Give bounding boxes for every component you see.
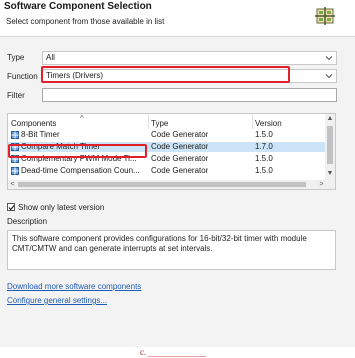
row-version: 1.5.0 [255, 154, 273, 163]
type-label: Type [7, 53, 25, 62]
component-icon [11, 167, 19, 175]
filter-label: Filter [7, 91, 25, 100]
dialog-header: Software Component Selection Select comp… [0, 0, 355, 36]
scroll-down-icon[interactable]: ▼ [325, 169, 335, 179]
row-component-name: Dead-time Compensation Coun... [21, 166, 140, 175]
dialog-title: Software Component Selection [4, 1, 152, 12]
show-latest-label[interactable]: Show only latest version [18, 203, 104, 212]
function-label: Function [7, 72, 38, 81]
column-header-type[interactable]: Type [151, 114, 168, 129]
table-vertical-scrollbar[interactable]: ▲ ▼ [325, 114, 335, 189]
row-type: Code Generator [151, 130, 209, 139]
configure-settings-link[interactable]: Configure general settings... [7, 296, 107, 305]
component-icon [11, 131, 19, 139]
filter-input[interactable] [42, 88, 337, 102]
scroll-right-icon[interactable]: > [317, 180, 326, 189]
scroll-up-icon[interactable]: ▲ [325, 114, 335, 124]
dialog-subtitle: Select component from those available in… [6, 17, 165, 26]
row-version: 1.7.0 [255, 142, 273, 151]
sort-caret-icon[interactable]: ^ [80, 114, 84, 123]
row-type: Code Generator [151, 166, 209, 175]
row-version: 1.5.0 [255, 130, 273, 139]
column-header-version[interactable]: Version [255, 114, 282, 129]
function-highlight-box [41, 66, 290, 83]
checkmark-icon [8, 205, 15, 211]
row-version: 1.5.0 [255, 166, 273, 175]
table-row[interactable]: 8-Bit Timer Code Generator 1.5.0 [8, 130, 326, 140]
vertical-scroll-thumb[interactable] [327, 126, 333, 164]
horizontal-scroll-thumb[interactable] [18, 182, 306, 187]
row-component-name: 8-Bit Timer [21, 130, 60, 139]
column-divider[interactable] [252, 114, 253, 129]
table-row[interactable]: Dead-time Compensation Coun... Code Gene… [8, 166, 326, 176]
type-select[interactable]: All [42, 51, 337, 65]
table-horizontal-scrollbar[interactable]: < > [8, 180, 326, 189]
figure-caption: c. [140, 347, 147, 357]
description-box: This software component provides configu… [7, 230, 336, 270]
row-type: Code Generator [151, 142, 209, 151]
component-grid-icon [315, 7, 335, 25]
column-divider[interactable] [148, 114, 149, 129]
type-select-value: All [46, 53, 55, 62]
row-type: Code Generator [151, 154, 209, 163]
download-components-link[interactable]: Download more software components [7, 282, 141, 291]
description-label: Description [7, 217, 48, 226]
scroll-left-icon[interactable]: < [8, 180, 17, 189]
caption-underline [148, 356, 206, 357]
show-latest-checkbox[interactable] [7, 203, 15, 211]
chevron-down-icon [325, 56, 333, 61]
description-text: This software component provides configu… [12, 234, 307, 253]
column-header-components[interactable]: Components [11, 114, 56, 129]
selection-highlight-box [8, 144, 147, 158]
chevron-down-icon [325, 74, 333, 79]
